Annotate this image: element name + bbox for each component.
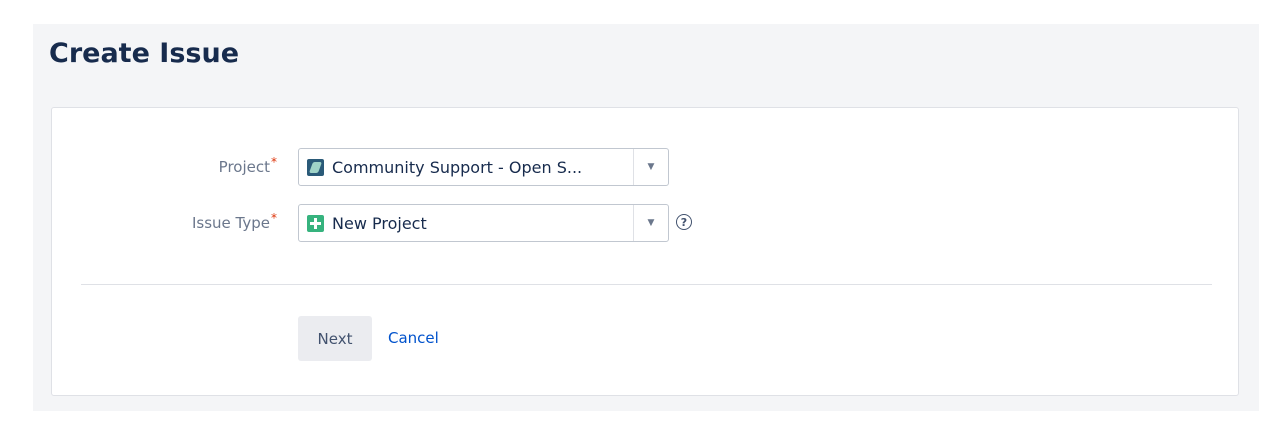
project-select-value: Community Support - Open S... — [332, 158, 583, 177]
issue-type-label-text: Issue Type — [191, 214, 270, 232]
project-dropdown-button[interactable]: ▼ — [633, 149, 668, 185]
create-issue-form: Project* Community Support - Open S... ▼… — [51, 107, 1239, 396]
cancel-link[interactable]: Cancel — [388, 329, 439, 347]
issue-type-select[interactable]: New Project ▼ — [298, 204, 669, 242]
issue-type-dropdown-button[interactable]: ▼ — [633, 205, 668, 241]
next-button[interactable]: Next — [298, 316, 372, 361]
chevron-down-icon: ▼ — [647, 218, 655, 228]
required-marker: * — [271, 155, 277, 169]
project-avatar-icon — [307, 159, 324, 176]
dialog-title: Create Issue — [49, 38, 240, 69]
project-label: Project* — [218, 155, 277, 176]
create-issue-dialog: Create Issue Project* Community Support … — [33, 24, 1259, 411]
help-icon[interactable]: ? — [676, 214, 692, 230]
required-marker: * — [271, 211, 277, 225]
project-select[interactable]: Community Support - Open S... ▼ — [298, 148, 669, 186]
issue-type-select-value: New Project — [332, 214, 427, 233]
issue-type-field-row: Issue Type* New Project ▼ ? — [52, 204, 1238, 244]
issue-type-label: Issue Type* — [191, 211, 277, 232]
chevron-down-icon: ▼ — [647, 162, 655, 172]
project-field-row: Project* Community Support - Open S... ▼ — [52, 148, 1238, 188]
plus-square-icon — [307, 215, 324, 232]
form-divider — [81, 284, 1212, 285]
project-label-text: Project — [218, 158, 270, 176]
